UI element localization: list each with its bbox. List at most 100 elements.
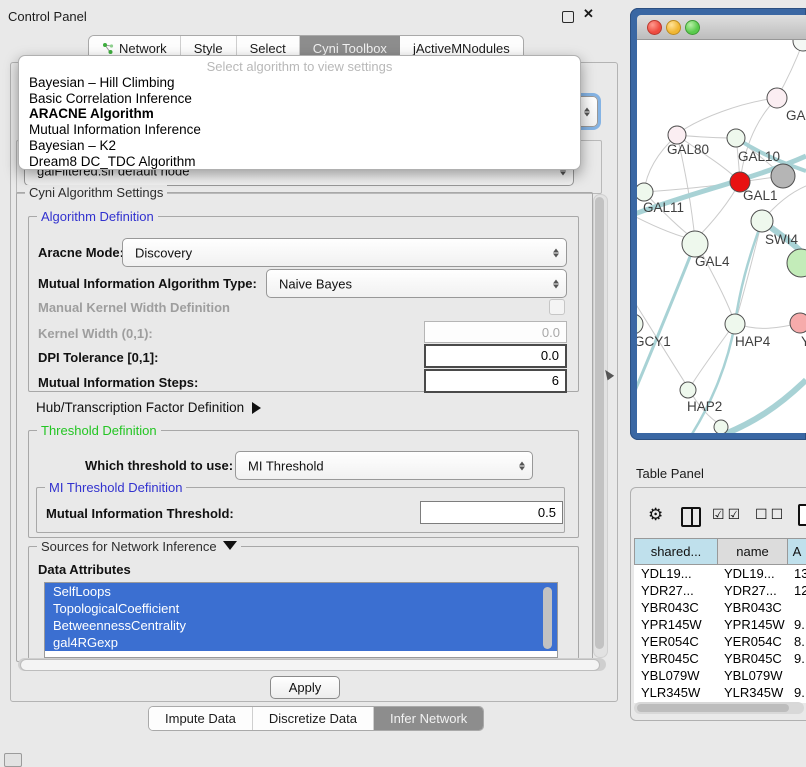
network-edge[interactable] [637, 244, 695, 398]
table-column-header[interactable]: A [787, 539, 806, 564]
network-edge[interactable] [735, 221, 762, 323]
spinner-icon [519, 461, 525, 470]
float-window-icon[interactable] [562, 11, 574, 23]
data-attributes-list[interactable]: SelfLoopsTopologicalCoefficientBetweenne… [44, 582, 558, 658]
algorithm-popup-item[interactable]: Bayesian – Hill Climbing [19, 75, 580, 91]
mi-threshold-label: Mutual Information Threshold: [46, 506, 234, 521]
close-icon[interactable]: ✕ [583, 6, 594, 22]
manual-kernel-width-checkbox[interactable] [549, 299, 565, 315]
settings-horizontal-scrollbar-thumb[interactable] [20, 659, 600, 671]
document-icon[interactable] [798, 504, 806, 526]
network-node[interactable] [787, 249, 806, 277]
network-node[interactable] [725, 314, 745, 334]
table-cell: YPR145W [717, 616, 787, 633]
network-node[interactable] [771, 164, 795, 188]
mi-steps-field[interactable]: 6 [424, 369, 567, 393]
dpi-tolerance-field[interactable]: 0.0 [424, 344, 567, 368]
kernel-width-label: Kernel Width (0,1): [38, 326, 153, 341]
tab-impute-data[interactable]: Impute Data [149, 707, 253, 730]
network-node-label: HAP2 [687, 399, 722, 414]
network-node[interactable] [637, 314, 643, 334]
minimize-traffic-light-icon[interactable] [666, 20, 681, 35]
which-threshold-value: MI Threshold [248, 458, 324, 473]
mi-threshold-field[interactable]: 0.5 [420, 501, 563, 524]
table-row[interactable]: YBR043CYBR043C [634, 599, 806, 616]
algorithm-popup-item[interactable]: Basic Correlation Inference [19, 91, 580, 107]
table-cell: YBR043C [717, 599, 787, 616]
table-cell: YDR27... [717, 582, 787, 599]
gear-icon[interactable]: ⚙ [648, 505, 663, 525]
table-row[interactable]: YER054CYER054C8. [634, 633, 806, 650]
table-cell: 9. [787, 650, 806, 667]
network-node[interactable] [790, 313, 806, 333]
network-graph: GALGAL80GAL10GAL1GAL11SWI4GAL4GCY1HAP4YH… [637, 40, 806, 433]
network-node[interactable] [680, 382, 696, 398]
mi-algorithm-type-combobox[interactable]: Naive Bayes [266, 269, 567, 298]
network-canvas[interactable]: GALGAL80GAL10GAL1GAL11SWI4GAL4GCY1HAP4YH… [637, 40, 806, 433]
network-node[interactable] [714, 420, 728, 433]
which-threshold-combobox[interactable]: MI Threshold [235, 451, 533, 480]
close-traffic-light-icon[interactable] [647, 20, 662, 35]
table-cell: YDR27... [634, 582, 717, 599]
network-node-label: GAL11 [643, 200, 684, 215]
mi-algorithm-type-label: Mutual Information Algorithm Type: [38, 276, 257, 291]
sources-title: Sources for Network Inference [41, 539, 217, 554]
dpi-tolerance-label: DPI Tolerance [0,1]: [38, 350, 158, 365]
table-row[interactable]: YBL079WYBL079W [634, 667, 806, 684]
kernel-width-field[interactable]: 0.0 [424, 321, 567, 343]
table-row[interactable]: YDR27...YDR27...12 [634, 582, 806, 599]
aracne-mode-value: Discovery [135, 245, 192, 260]
table-cell [787, 599, 806, 616]
algorithm-popup-prompt: Select algorithm to view settings [19, 56, 580, 75]
network-node[interactable] [751, 210, 773, 232]
split-columns-icon[interactable] [681, 507, 701, 527]
table-column-header[interactable]: name [717, 539, 787, 564]
settings-vertical-scrollbar-thumb[interactable] [595, 197, 604, 649]
data-attribute-item[interactable]: gal4RGexp [45, 634, 557, 651]
attributes-list-scrollbar[interactable] [543, 587, 552, 649]
minimized-panel-icon[interactable] [4, 753, 22, 767]
table-cell: 9. [787, 616, 806, 633]
table-cell: 9. [787, 684, 806, 701]
network-node[interactable] [727, 129, 745, 147]
algorithm-popup-item[interactable]: ARACNE Algorithm [19, 106, 580, 122]
tab-discretize-data[interactable]: Discretize Data [253, 707, 374, 730]
data-attribute-item[interactable]: TopologicalCoefficient [45, 600, 557, 617]
table-horizontal-scrollbar-thumb[interactable] [637, 704, 789, 712]
spinner-icon [584, 107, 590, 116]
algorithm-popup-item[interactable]: Mutual Information Inference [19, 122, 580, 138]
zoom-traffic-light-icon[interactable] [685, 20, 700, 35]
algorithm-popup-item[interactable]: Dream8 DC_TDC Algorithm [19, 154, 580, 170]
tab-infer-network[interactable]: Infer Network [374, 707, 483, 730]
table-cell: YLR345W [634, 684, 717, 701]
network-edge[interactable] [725, 380, 806, 433]
table-row[interactable]: YLR345WYLR345W9. [634, 684, 806, 701]
network-node[interactable] [793, 40, 806, 51]
hub-section-toggle[interactable]: Hub/Transcription Factor Definition [36, 400, 261, 415]
algorithm-definition-title: Algorithm Definition [37, 209, 158, 224]
network-node[interactable] [637, 183, 653, 201]
sources-title-row[interactable]: Sources for Network Inference [37, 539, 241, 554]
aracne-mode-combobox[interactable]: Discovery [122, 238, 567, 267]
table-row[interactable]: YBR045CYBR045C9. [634, 650, 806, 667]
table-column-header[interactable]: shared... [634, 539, 717, 564]
data-attribute-item[interactable]: SelfLoops [45, 583, 557, 600]
data-attribute-item[interactable]: BetweennessCentrality [45, 617, 557, 634]
network-window-titlebar[interactable] [637, 15, 806, 40]
table-cell: YDL19... [717, 565, 787, 582]
data-attributes-label: Data Attributes [38, 562, 131, 577]
table-cell: YBL079W [634, 667, 717, 684]
network-node-label: GAL80 [667, 142, 709, 157]
table-row[interactable]: YDL19...YDL19...13 [634, 565, 806, 582]
network-node[interactable] [767, 88, 787, 108]
bottom-tabbar: Impute Data Discretize Data Infer Networ… [148, 706, 484, 731]
app-root: Control Panel ✕ Network Style Select Cyn… [0, 0, 806, 762]
table-row[interactable]: YPR145WYPR145W9. [634, 616, 806, 633]
deselect-all-columns-icon[interactable]: ☐☐ [755, 506, 786, 523]
cyni-algorithm-settings-title: Cyni Algorithm Settings [25, 185, 167, 200]
network-node-label: Y [801, 334, 806, 349]
select-all-columns-icon[interactable]: ☑☑ [712, 506, 743, 523]
algorithm-popup-item[interactable]: Bayesian – K2 [19, 138, 580, 154]
apply-button[interactable]: Apply [270, 676, 340, 699]
hub-section-label: Hub/Transcription Factor Definition [36, 400, 244, 415]
